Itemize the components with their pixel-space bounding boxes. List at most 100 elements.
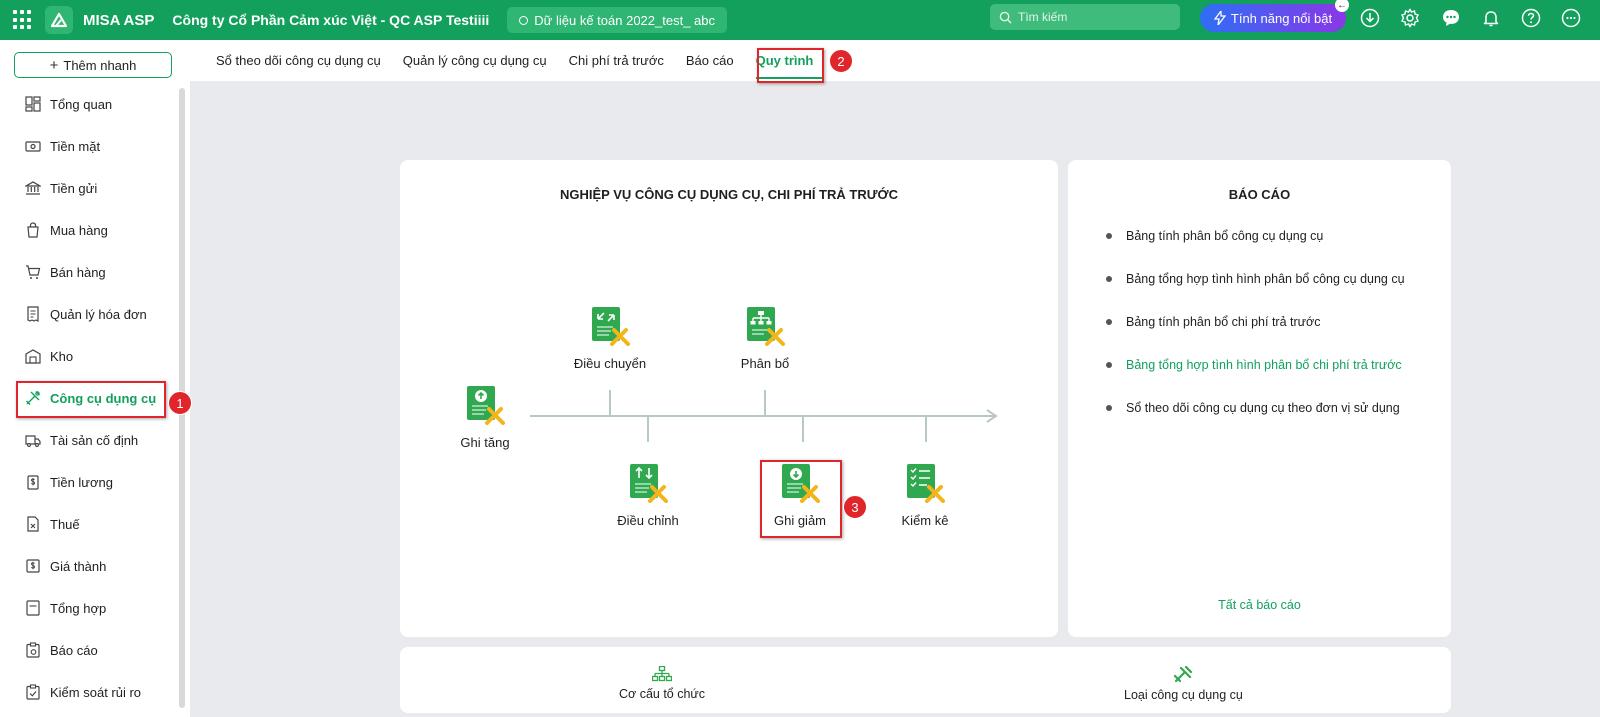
process-allocate[interactable]: Phân bổ (715, 306, 815, 371)
sidebar-item-label: Kho (50, 348, 74, 364)
sidebar-item-label: Tiền gửi (50, 180, 98, 196)
bullet-icon (1106, 405, 1112, 411)
report-link-hovered[interactable]: Bảng tổng hợp tình hình phân bổ chi phí … (1106, 358, 1402, 372)
tab-reports[interactable]: Báo cáo (686, 40, 734, 81)
sidebar-item-warehouse[interactable]: Kho (0, 335, 182, 377)
sidebar-item-label: Báo cáo (50, 642, 98, 658)
sidebar-item-risk-control[interactable]: Kiểm soát rủi ro (0, 671, 182, 713)
bullet-icon (1106, 319, 1112, 325)
tool-allocate-icon (747, 307, 785, 346)
more-icon[interactable] (1560, 7, 1582, 29)
company-name[interactable]: Công ty Cổ Phần Cảm xúc Việt - QC ASP Te… (172, 12, 489, 28)
settings-card: Cơ cấu tổ chức Loại công cụ dụng cụ (400, 647, 1451, 713)
report-link[interactable]: Bảng tổng hợp tình hình phân bổ công cụ … (1106, 272, 1405, 286)
module-tabs: Sổ theo dõi công cụ dụng cụ Quản lý công… (190, 40, 1600, 81)
process-inventory-label: Kiểm kê (901, 513, 949, 528)
invoice-icon (27, 306, 39, 322)
tab-tool-ledger[interactable]: Sổ theo dõi công cụ dụng cụ (216, 40, 381, 81)
sidebar-item-label: Tiền lương (50, 474, 113, 490)
top-bar: MISA ASP Công ty Cổ Phần Cảm xúc Việt - … (0, 0, 1600, 40)
tool-inventory-icon (907, 464, 945, 503)
risk-icon (26, 684, 40, 700)
tax-icon (27, 516, 39, 532)
search-icon (999, 11, 1012, 24)
search-input[interactable]: Tìm kiếm (990, 4, 1180, 30)
sidebar-item-deposit[interactable]: Tiền gửi (0, 167, 182, 209)
arrow-left-icon[interactable]: ← (1335, 0, 1349, 12)
tab-tool-management[interactable]: Quản lý công cụ dụng cụ (403, 40, 547, 81)
tab-prepaid-expenses[interactable]: Chi phí trả trước (569, 40, 664, 81)
annotation-badge-3: 3 (843, 495, 867, 519)
sidebar-item-invoices[interactable]: Quản lý hóa đơn (0, 293, 182, 335)
report-link[interactable]: Bảng tính phân bổ chi phí trả trước (1106, 315, 1320, 329)
report-link-label: Bảng tổng hợp tình hình phân bổ chi phí … (1126, 358, 1402, 372)
misa-logo-icon (45, 6, 73, 34)
process-increase-label: Ghi tăng (460, 435, 510, 450)
tool-type-label: Loại công cụ dụng cụ (1124, 688, 1243, 702)
chat-icon[interactable] (1440, 7, 1462, 29)
bank-icon (25, 181, 41, 195)
report-link[interactable]: Sổ theo dõi công cụ dụng cụ theo đơn vị … (1106, 401, 1400, 415)
help-icon[interactable] (1520, 7, 1542, 29)
report-link[interactable]: Bảng tính phân bổ công cụ dụng cụ (1106, 229, 1323, 243)
summary-icon (26, 600, 40, 616)
report-link-label: Sổ theo dõi công cụ dụng cụ theo đơn vị … (1126, 401, 1400, 415)
sidebar-item-label: Tổng quan (50, 96, 113, 112)
org-structure-link[interactable]: Cơ cấu tổ chức (619, 666, 705, 701)
sidebar-item-overview[interactable]: Tổng quan (0, 83, 182, 125)
sidebar-item-tax[interactable]: Thuế (0, 503, 182, 545)
sidebar-item-label: Tổng hợp (50, 600, 107, 616)
process-transfer[interactable]: Điều chuyển (560, 306, 660, 371)
bullet-icon (1106, 233, 1112, 239)
sidebar-item-reports[interactable]: Báo cáo (0, 629, 182, 671)
org-structure-label: Cơ cấu tổ chức (619, 687, 706, 701)
dataset-selector[interactable]: Dữ liệu kế toán 2022_test_ abc (507, 7, 727, 33)
annotation-box-1 (16, 381, 166, 418)
sidebar-item-sales[interactable]: Bán hàng (0, 251, 182, 293)
sidebar-item-label: Mua hàng (50, 222, 108, 238)
annotation-badge-1: 1 (168, 391, 192, 415)
sidebar-item-label: Thuế (50, 516, 80, 532)
tool-type-icon (1174, 666, 1193, 683)
process-card: NGHIỆP VỤ CÔNG CỤ DỤNG CỤ, CHI PHÍ TRẢ T… (400, 160, 1058, 637)
process-inventory[interactable]: Kiểm kê (875, 463, 975, 528)
quick-add-button[interactable]: + Thêm nhanh (14, 52, 172, 78)
sidebar-item-fixed-assets[interactable]: Tài sản cố định (0, 419, 182, 461)
download-icon[interactable] (1359, 7, 1381, 29)
sidebar-item-cash[interactable]: Tiền mặt (0, 125, 182, 167)
price-icon (26, 559, 40, 573)
search-placeholder: Tìm kiếm (1018, 10, 1068, 24)
annotation-box-3 (760, 460, 842, 538)
report-link-label: Bảng tổng hợp tình hình phân bổ công cụ … (1126, 272, 1405, 286)
sidebar-item-summary[interactable]: Tổng hợp (0, 587, 182, 629)
bullet-icon (1106, 276, 1112, 282)
truck-icon (25, 435, 41, 447)
plus-icon: + (49, 56, 59, 74)
sidebar-item-salary[interactable]: Tiền lương (0, 461, 182, 503)
tool-transfer-icon (592, 307, 630, 346)
reports-card: BÁO CÁO Bảng tính phân bổ công cụ dụng c… (1068, 160, 1451, 637)
reports-title: BÁO CÁO (1228, 187, 1291, 202)
report-link-label: Bảng tính phân bổ công cụ dụng cụ (1126, 229, 1324, 243)
org-chart-icon (652, 666, 673, 682)
app-grid-icon[interactable] (13, 10, 33, 30)
bell-icon[interactable] (1480, 7, 1502, 29)
dataset-name: Dữ liệu kế toán 2022_test_ abc (534, 12, 715, 28)
sidebar-item-purchase[interactable]: Mua hàng (0, 209, 182, 251)
all-reports-link[interactable]: Tất cả báo cáo (1068, 598, 1451, 612)
tool-increase-icon (467, 386, 505, 425)
tool-type-link[interactable]: Loại công cụ dụng cụ (1124, 666, 1243, 702)
process-increase[interactable]: Ghi tăng (435, 385, 535, 450)
process-adjust[interactable]: Điều chỉnh (598, 463, 698, 528)
sidebar-item-cost[interactable]: Giá thành (0, 545, 182, 587)
sidebar-item-label: Quản lý hóa đơn (50, 306, 147, 322)
sidebar-item-label: Tiền mặt (50, 138, 101, 154)
process-adjust-label: Điều chỉnh (617, 513, 679, 528)
sidebar-item-label: Bán hàng (50, 264, 106, 280)
sidebar: + Thêm nhanh Tổng quan Tiền mặt Tiền gửi… (0, 40, 190, 717)
process-transfer-label: Điều chuyển (573, 356, 647, 371)
lightning-icon (1213, 11, 1226, 25)
featured-features-button[interactable]: Tính năng nổi bật ← (1200, 0, 1349, 32)
app-name: MISA ASP (83, 11, 155, 29)
gear-icon[interactable] (1399, 7, 1421, 29)
